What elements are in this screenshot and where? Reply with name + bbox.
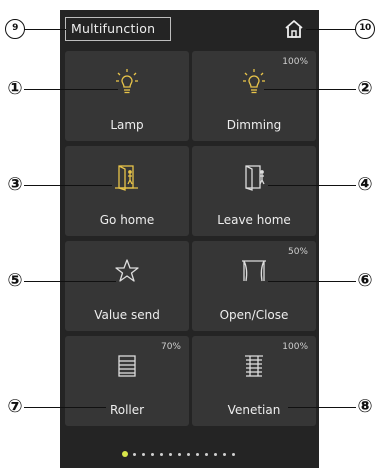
- lightbulb-icon: [116, 69, 138, 94]
- page-dot[interactable]: [178, 453, 181, 456]
- tile-value: 100%: [282, 342, 308, 352]
- tile-dimming[interactable]: 100% Dimming: [192, 51, 316, 141]
- venetian-blind-icon: [245, 355, 263, 377]
- callout-10: 10: [355, 19, 375, 39]
- tile-leave-home[interactable]: Leave home: [192, 146, 316, 236]
- tile-value-send[interactable]: Value send: [65, 241, 189, 331]
- callout-5: ⑤: [7, 270, 23, 291]
- page-dot[interactable]: [187, 453, 190, 456]
- page-dot[interactable]: [205, 453, 208, 456]
- page-title: Multifunction: [65, 17, 171, 41]
- tile-label: Leave home: [217, 213, 291, 227]
- tile-venetian[interactable]: 100% Venetian: [192, 336, 316, 426]
- tile-label: Value send: [94, 308, 160, 322]
- callout-line: [268, 281, 356, 283]
- callout-1: ①: [7, 78, 23, 99]
- roller-shutter-icon: [118, 355, 136, 377]
- tile-go-home[interactable]: Go home: [65, 146, 189, 236]
- tile-label: Dimming: [226, 118, 282, 132]
- tile-value: 50%: [287, 247, 308, 257]
- callout-line: [24, 89, 118, 91]
- door-exit-icon: [245, 165, 265, 191]
- page-indicator[interactable]: [119, 451, 259, 459]
- callout-2: ②: [357, 78, 373, 99]
- callout-line: [306, 29, 356, 31]
- lightbulb-icon: [243, 69, 265, 94]
- home-icon[interactable]: [283, 18, 305, 40]
- tile-roller[interactable]: 70% Roller: [65, 336, 189, 426]
- page-dot[interactable]: [169, 453, 172, 456]
- tile-label: Go home: [99, 213, 155, 227]
- callout-line: [268, 185, 356, 187]
- curtain-icon: [242, 260, 266, 282]
- tile-value: 100%: [282, 57, 308, 67]
- callout-line: [24, 185, 112, 187]
- page-dot[interactable]: [196, 453, 199, 456]
- callout-6: ⑥: [357, 270, 373, 291]
- tile-label: Roller: [109, 403, 145, 417]
- page-dot[interactable]: [160, 453, 163, 456]
- page-dot[interactable]: [151, 453, 154, 456]
- tile-lamp[interactable]: Lamp: [65, 51, 189, 141]
- callout-line: [264, 89, 356, 91]
- tile-value: 70%: [160, 342, 181, 352]
- callout-7: ⑦: [7, 396, 23, 417]
- callout-4: ④: [357, 174, 373, 195]
- page-dot-active[interactable]: [122, 451, 128, 457]
- tile-label: Venetian: [227, 403, 281, 417]
- callout-line: [24, 407, 106, 409]
- page-dot[interactable]: [133, 453, 136, 456]
- tile-label: Open/Close: [219, 308, 289, 322]
- callout-9: 9: [5, 19, 25, 39]
- tile-label: Lamp: [110, 118, 144, 132]
- callout-line: [24, 281, 116, 283]
- page-dot[interactable]: [142, 453, 145, 456]
- star-icon: [115, 259, 139, 282]
- page-dot[interactable]: [223, 453, 226, 456]
- callout-line: [288, 407, 356, 409]
- tile-open-close[interactable]: 50% Open/Close: [192, 241, 316, 331]
- callout-3: ③: [7, 174, 23, 195]
- page-dot[interactable]: [232, 453, 235, 456]
- door-enter-icon: [115, 165, 138, 191]
- callout-8: ⑧: [357, 396, 373, 417]
- callout-line: [24, 29, 66, 31]
- page-dot[interactable]: [214, 453, 217, 456]
